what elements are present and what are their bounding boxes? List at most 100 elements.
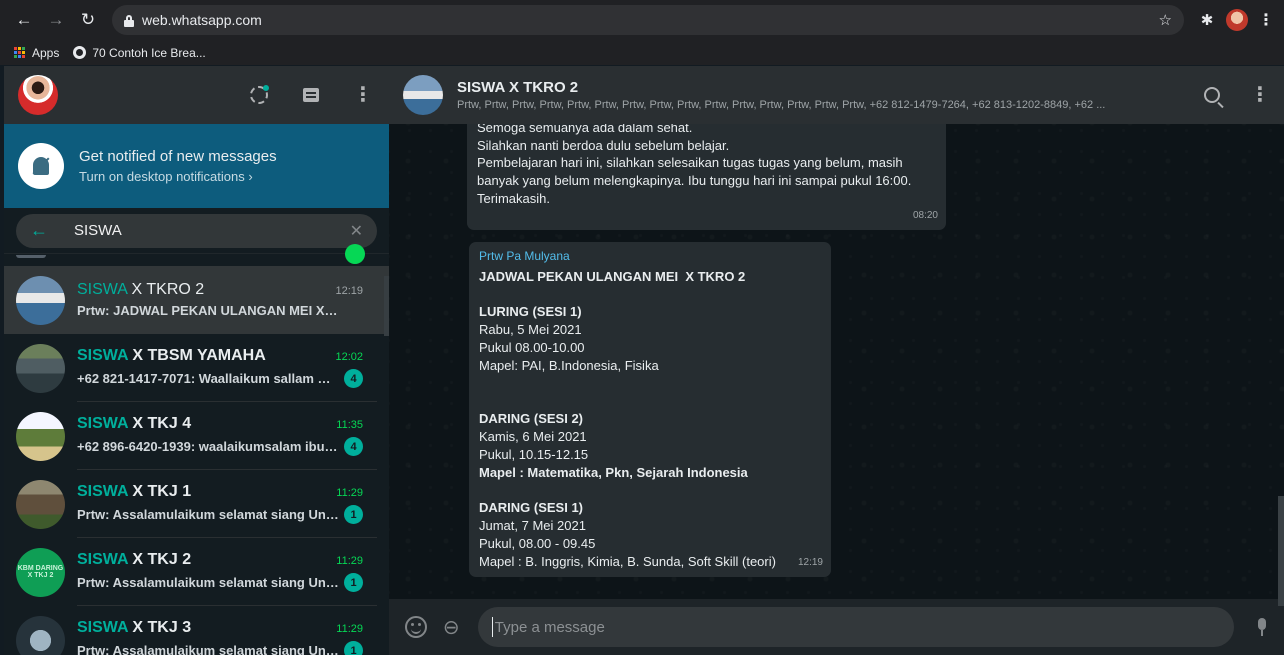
chat-name: SISWA X TBSM YAMAHA bbox=[77, 347, 266, 364]
conversation-header[interactable]: SISWA X TKRO 2 Prtw, Prtw, Prtw, Prtw, P… bbox=[389, 66, 1284, 124]
conversation-scrollbar[interactable] bbox=[1278, 496, 1284, 606]
message-line: Silahkan nanti berdoa dulu sebelum belaj… bbox=[477, 137, 730, 153]
new-chat-icon[interactable] bbox=[299, 83, 323, 107]
clear-search-icon[interactable]: ✕ bbox=[350, 221, 363, 241]
chat-preview: Prtw: Assalamulaikum selamat siang Untuk… bbox=[77, 507, 339, 522]
chat-preview: Prtw: Assalamulaikum selamat siang Untuk… bbox=[77, 643, 339, 655]
message-line bbox=[479, 375, 821, 393]
message-line: Mapel : B. Inggris, Kimia, B. Sunda, Sof… bbox=[479, 553, 776, 569]
apps-grid-icon bbox=[14, 46, 26, 59]
unread-badge: 1 bbox=[344, 573, 363, 592]
group-avatar bbox=[16, 411, 65, 461]
bookmark-apps-label: Apps bbox=[32, 45, 60, 60]
url-text: web.whatsapp.com bbox=[142, 12, 262, 28]
message-line: Terimakasih. bbox=[477, 190, 550, 206]
message-sender[interactable]: Prtw Pa Mulyana bbox=[479, 248, 821, 266]
unread-badge: 4 bbox=[344, 437, 363, 456]
chat-time: 11:29 bbox=[336, 623, 363, 635]
sidebar-menu-icon[interactable]: ⋮ bbox=[351, 83, 375, 107]
message-line: Pukul 08.00-10.00 bbox=[479, 339, 585, 355]
group-avatar bbox=[16, 479, 65, 529]
group-avatar bbox=[16, 615, 65, 655]
chat-name: SISWA X TKJ 3 bbox=[77, 619, 192, 636]
chat-row-x-tkj-2[interactable]: KBM DARING X TKJ 2 SISWA X TKJ 2 11:29 P… bbox=[4, 538, 389, 606]
attach-icon[interactable]: ⊘ bbox=[437, 612, 467, 642]
notification-title: Get notified of new messages bbox=[79, 148, 277, 165]
chat-preview: Prtw: JADWAL PEKAN ULANGAN MEI X TKR... bbox=[77, 303, 339, 318]
chat-preview: +62 821-1417-7071: Waallaikum sallam wr … bbox=[77, 371, 339, 386]
bookmark-ice-breaker[interactable]: 70 Contoh Ice Brea... bbox=[73, 45, 206, 60]
chat-row-x-tkro-2[interactable]: SISWA X TKRO 2 12:19 Prtw: JADWAL PEKAN … bbox=[4, 266, 389, 334]
search-back-icon[interactable]: ← bbox=[30, 220, 48, 241]
message-line: DARING (SESI 1) bbox=[479, 500, 584, 516]
my-profile-avatar[interactable] bbox=[18, 75, 58, 115]
message-line: Rabu, 5 Mei 2021 bbox=[479, 322, 582, 338]
browser-toolbar: ← → ↻ web.whatsapp.com ☆ ✱ ⋮ bbox=[0, 0, 1284, 40]
status-icon[interactable] bbox=[247, 83, 271, 107]
chat-name: SISWA X TKRO 2 bbox=[77, 281, 205, 298]
message-time: 08:20 bbox=[912, 210, 938, 222]
unread-badge: 1 bbox=[344, 641, 363, 655]
message-input-placeholder: Type a message bbox=[494, 618, 605, 636]
chat-row-x-tkj-4[interactable]: SISWA X TKJ 4 11:35 +62 896-6420-1939: w… bbox=[4, 402, 389, 470]
chat-row-x-tbsm-yamaha[interactable]: SISWA X TBSM YAMAHA 12:02 +62 821-1417-7… bbox=[4, 334, 389, 402]
browser-menu-icon[interactable]: ⋮ bbox=[1258, 10, 1274, 30]
notification-bell-off-icon bbox=[18, 143, 64, 189]
group-avatar bbox=[16, 343, 65, 393]
bookmarks-bar: Apps 70 Contoh Ice Brea... bbox=[0, 40, 1284, 66]
message-line: Mapel : Matematika, Pkn, Sejarah Indones… bbox=[479, 464, 748, 480]
conversation-title: SISWA X TKRO 2 bbox=[457, 79, 579, 96]
group-avatar bbox=[16, 275, 65, 325]
message-line: Pukul, 10.15-12.15 bbox=[479, 446, 589, 462]
conversation-avatar[interactable] bbox=[403, 75, 443, 115]
emoji-icon[interactable] bbox=[405, 616, 427, 638]
chat-row-x-tkj-1[interactable]: SISWA X TKJ 1 11:29 Prtw: Assalamulaikum… bbox=[4, 470, 389, 538]
chat-name: SISWA X TKJ 2 bbox=[77, 551, 192, 568]
group-avatar: KBM DARING X TKJ 2 bbox=[16, 547, 65, 597]
unread-badge: 1 bbox=[344, 505, 363, 524]
chat-time: 11:29 bbox=[336, 487, 363, 499]
message-line: Jumat, 7 Mei 2021 bbox=[479, 517, 586, 533]
message-composer: ⊘ Type a message bbox=[389, 599, 1284, 655]
message-bubble: Assalamualaikum, selamat pagi anak anakS… bbox=[467, 109, 946, 230]
conversation-members: Prtw, Prtw, Prtw, Prtw, Prtw, Prtw, Prtw… bbox=[457, 99, 1106, 111]
microphone-icon[interactable] bbox=[1256, 618, 1268, 636]
message-line: Mapel: PAI, B.Indonesia, Fisika bbox=[479, 357, 659, 373]
forward-icon[interactable]: → bbox=[42, 6, 70, 34]
message-line: banyak yang belum melengkapinya. Ibu tun… bbox=[477, 173, 912, 189]
search-query[interactable]: SISWA bbox=[74, 222, 350, 239]
chat-row-x-tkj-3[interactable]: SISWA X TKJ 3 11:29 Prtw: Assalamulaikum… bbox=[4, 606, 389, 655]
message-line: Pukul, 08.00 - 09.45 bbox=[479, 535, 596, 551]
chat-name: SISWA X TKJ 4 bbox=[77, 415, 192, 432]
bookmark-ice-breaker-label: 70 Contoh Ice Brea... bbox=[92, 45, 206, 60]
bookmark-apps[interactable]: Apps bbox=[14, 46, 59, 60]
reload-icon[interactable]: ↻ bbox=[74, 6, 102, 34]
partial-chat-row bbox=[4, 244, 389, 266]
message-line bbox=[479, 481, 821, 499]
bookmark-star-icon[interactable]: ☆ bbox=[1159, 11, 1172, 29]
chat-list-pane: ⋮ Get notified of new messages Turn on d… bbox=[4, 66, 389, 655]
message-time: 12:19 bbox=[797, 557, 823, 569]
chat-time: 11:29 bbox=[336, 555, 363, 567]
unread-badge: 4 bbox=[344, 369, 363, 388]
desktop-notification-banner[interactable]: Get notified of new messages Turn on des… bbox=[4, 124, 389, 208]
search-bar: ← SISWA ✕ bbox=[4, 208, 389, 254]
notification-link[interactable]: Turn on desktop notifications › bbox=[79, 169, 277, 184]
back-icon[interactable]: ← bbox=[10, 6, 38, 34]
message-line: Pembelajaran hari ini, silahkan selesaik… bbox=[477, 155, 903, 171]
sidebar-header: ⋮ bbox=[4, 66, 389, 124]
message-line bbox=[479, 392, 821, 410]
chat-preview: +62 896-6420-1939: waalaikumsalam ibu🙏 bbox=[77, 438, 339, 454]
conversation-menu-icon[interactable]: ⋮ bbox=[1250, 85, 1270, 105]
browser-profile-avatar[interactable] bbox=[1226, 9, 1248, 31]
address-bar[interactable]: web.whatsapp.com ☆ bbox=[112, 5, 1184, 35]
chat-preview: Prtw: Assalamulaikum selamat siang Untuk… bbox=[77, 575, 339, 590]
message-input[interactable]: Type a message bbox=[477, 607, 1234, 647]
chat-time: 12:02 bbox=[335, 351, 363, 363]
chat-name: SISWA X TKJ 1 bbox=[77, 483, 192, 500]
search-input[interactable]: ← SISWA ✕ bbox=[16, 213, 377, 248]
message-line: JADWAL PEKAN ULANGAN MEI X TKRO 2 bbox=[479, 268, 746, 284]
globe-icon bbox=[73, 46, 87, 59]
extensions-puzzle-icon[interactable]: ✱ bbox=[1198, 11, 1216, 29]
search-messages-icon[interactable] bbox=[1204, 87, 1220, 103]
